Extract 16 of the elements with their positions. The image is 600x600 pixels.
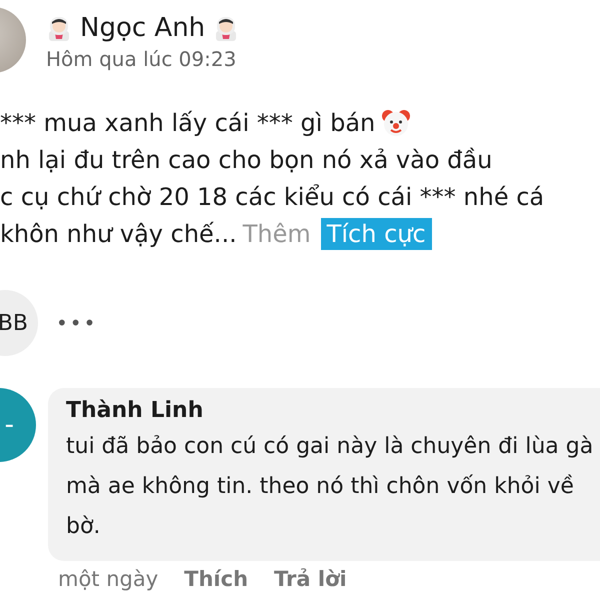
reply-link[interactable]: Trả lời bbox=[274, 567, 347, 591]
bride-emoji-icon bbox=[46, 14, 72, 42]
commenter-name[interactable]: Thành Linh bbox=[66, 398, 600, 423]
post-text: nh lại đu trên cao cho bọn nó xả vào đầu bbox=[0, 146, 492, 174]
initials-avatar[interactable]: BB bbox=[0, 290, 38, 356]
post-time: Hôm qua lúc 09:23 bbox=[46, 47, 238, 71]
like-link[interactable]: Thích bbox=[184, 567, 248, 591]
comment-text: tui đã bảo con cú có gai này là chuyên đi lùa gà mà ae không tin. theo nó thì chôn vốn khỏi về bờ. bbox=[66, 433, 594, 541]
clown-emoji-icon bbox=[381, 108, 412, 138]
post-text: *** mua xanh lấy cái *** gì bán bbox=[0, 108, 376, 136]
post-text: c cụ chứ chờ 20 18 các kiểu có cái *** nhé cá bbox=[0, 182, 544, 210]
comment-time: một ngày bbox=[58, 567, 158, 591]
author-name[interactable]: Ngọc Anh bbox=[80, 13, 206, 43]
post-text: khôn như vậy chế... bbox=[0, 220, 237, 248]
sentiment-tag: Tích cực bbox=[320, 218, 432, 250]
more-options-button[interactable]: ••• bbox=[56, 311, 98, 335]
